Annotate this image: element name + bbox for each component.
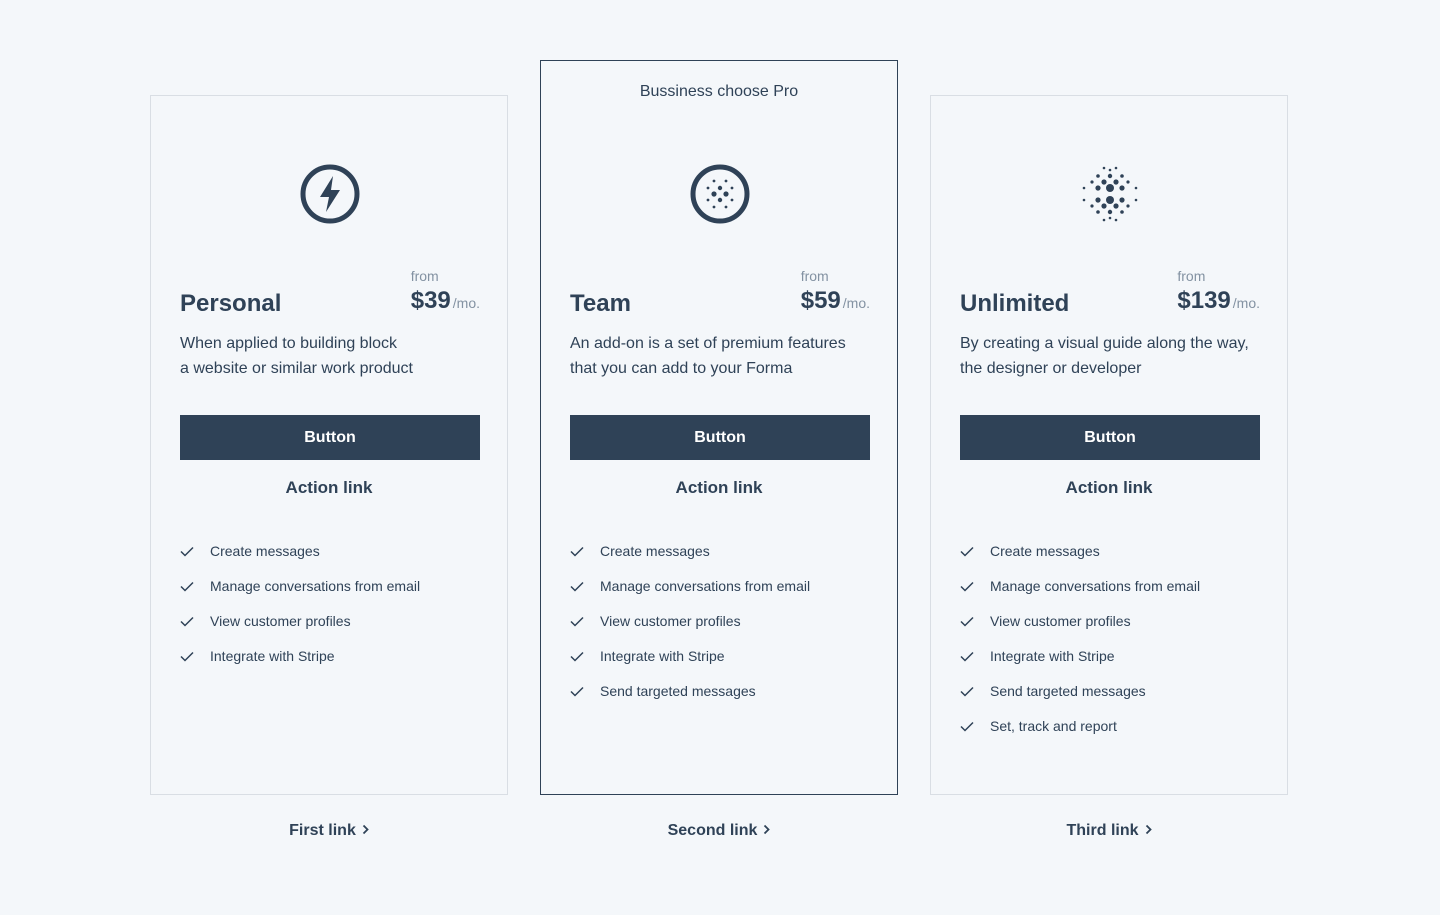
check-icon — [960, 716, 974, 736]
featured-badge: Bussiness choose Pro — [639, 83, 799, 100]
price-value: $139 — [1177, 287, 1231, 314]
price-from-label: from — [1177, 268, 1206, 284]
price-period: /mo. — [1232, 295, 1260, 311]
feature-label: View customer profiles — [210, 613, 351, 629]
feature-label: Send targeted messages — [600, 683, 756, 699]
first-link[interactable]: First link — [150, 822, 508, 840]
feature-item: Integrate with Stripe — [180, 646, 420, 681]
check-icon — [960, 576, 974, 596]
chevron-right-icon — [763, 822, 771, 840]
feature-item: Manage conversations from email — [960, 576, 1200, 611]
first-link-label: First link — [289, 822, 356, 840]
plan-button[interactable]: Button — [960, 415, 1260, 460]
plan-header: Unlimited from $139/mo. — [960, 266, 1260, 318]
feature-item: Set, track and report — [960, 716, 1200, 751]
price-block: from $59/mo. — [801, 267, 870, 318]
feature-list: Create messages Manage conversations fro… — [960, 541, 1200, 751]
feature-label: Integrate with Stripe — [600, 648, 725, 664]
check-icon — [180, 646, 194, 666]
price-from-label: from — [410, 268, 439, 284]
feature-item: View customer profiles — [570, 611, 810, 646]
feature-item: Integrate with Stripe — [960, 646, 1200, 681]
price-block: from $139/mo. — [1177, 267, 1260, 318]
feature-item: Send targeted messages — [570, 681, 810, 716]
check-icon — [960, 681, 974, 701]
price-period: /mo. — [842, 295, 870, 311]
feature-item: Create messages — [180, 541, 420, 576]
second-link[interactable]: Second link — [540, 822, 898, 840]
check-icon — [960, 541, 974, 561]
check-icon — [180, 541, 194, 561]
pricing-card-team: Bussiness choose Pro Team from $59/mo. A… — [540, 60, 898, 795]
feature-list: Create messages Manage conversations fro… — [570, 541, 810, 716]
action-link[interactable]: Action link — [541, 478, 897, 498]
check-icon — [960, 611, 974, 631]
feature-label: Set, track and report — [990, 718, 1117, 734]
feature-item: Manage conversations from email — [570, 576, 810, 611]
chevron-right-icon — [362, 822, 369, 840]
second-link-label: Second link — [667, 822, 758, 840]
action-link[interactable]: Action link — [931, 478, 1287, 498]
feature-label: View customer profiles — [600, 613, 741, 629]
feature-label: Create messages — [990, 543, 1100, 559]
plan-header: Personal from $39/mo. — [180, 266, 480, 318]
check-icon — [570, 611, 584, 631]
pricing-card-unlimited: Unlimited from $139/mo. By creating a vi… — [930, 95, 1288, 795]
plan-name: Team — [570, 290, 631, 317]
dot-sphere-icon — [1080, 164, 1140, 224]
check-icon — [180, 576, 194, 596]
plan-description: An add-on is a set of premium features t… — [570, 331, 880, 381]
feature-label: Create messages — [600, 543, 710, 559]
third-link[interactable]: Third link — [930, 822, 1288, 840]
price-value: $59 — [800, 287, 841, 314]
lightning-icon — [300, 164, 360, 224]
check-icon — [570, 541, 584, 561]
check-icon — [960, 646, 974, 666]
plan-description-line: When applied to building block — [180, 335, 398, 352]
price-value: $39 — [410, 287, 451, 314]
feature-list: Create messages Manage conversations fro… — [180, 541, 420, 681]
feature-item: View customer profiles — [180, 611, 420, 646]
plan-header: Team from $59/mo. — [570, 266, 870, 318]
plan-description-line: that you can add to your Forma — [570, 360, 793, 377]
check-icon — [570, 681, 584, 701]
check-icon — [570, 576, 584, 596]
feature-label: Manage conversations from email — [990, 578, 1201, 594]
plan-description: By creating a visual guide along the way… — [960, 331, 1270, 381]
feature-label: Integrate with Stripe — [210, 648, 335, 664]
plan-button[interactable]: Button — [570, 415, 870, 460]
plan-name: Unlimited — [960, 290, 1070, 317]
third-link-label: Third link — [1066, 822, 1139, 840]
chevron-right-icon — [1145, 822, 1152, 840]
feature-item: Send targeted messages — [960, 681, 1200, 716]
plan-description-line: By creating a visual guide along the way… — [960, 335, 1249, 352]
feature-label: Manage conversations from email — [600, 578, 811, 594]
pricing-card-personal: Personal from $39/mo. When applied to bu… — [150, 95, 508, 795]
plan-description-line: the designer or developer — [960, 360, 1142, 377]
plan-description-line: a website or similar work product — [180, 360, 413, 377]
dotted-globe-icon — [690, 164, 750, 224]
feature-label: View customer profiles — [990, 613, 1131, 629]
feature-label: Create messages — [210, 543, 320, 559]
plan-description-line: An add-on is a set of premium features — [570, 335, 846, 352]
feature-item: View customer profiles — [960, 611, 1200, 646]
feature-item: Manage conversations from email — [180, 576, 420, 611]
price-period: /mo. — [452, 295, 480, 311]
feature-item: Create messages — [960, 541, 1200, 576]
feature-item: Create messages — [570, 541, 810, 576]
price-block: from $39/mo. — [411, 267, 480, 318]
feature-label: Manage conversations from email — [210, 578, 421, 594]
plan-name: Personal — [180, 290, 282, 317]
feature-item: Integrate with Stripe — [570, 646, 810, 681]
price-from-label: from — [800, 268, 829, 284]
check-icon — [570, 646, 584, 666]
plan-button[interactable]: Button — [180, 415, 480, 460]
feature-label: Send targeted messages — [990, 683, 1146, 699]
action-link[interactable]: Action link — [151, 478, 507, 498]
feature-label: Integrate with Stripe — [990, 648, 1115, 664]
check-icon — [180, 611, 194, 631]
plan-description: When applied to building block a website… — [180, 331, 490, 381]
